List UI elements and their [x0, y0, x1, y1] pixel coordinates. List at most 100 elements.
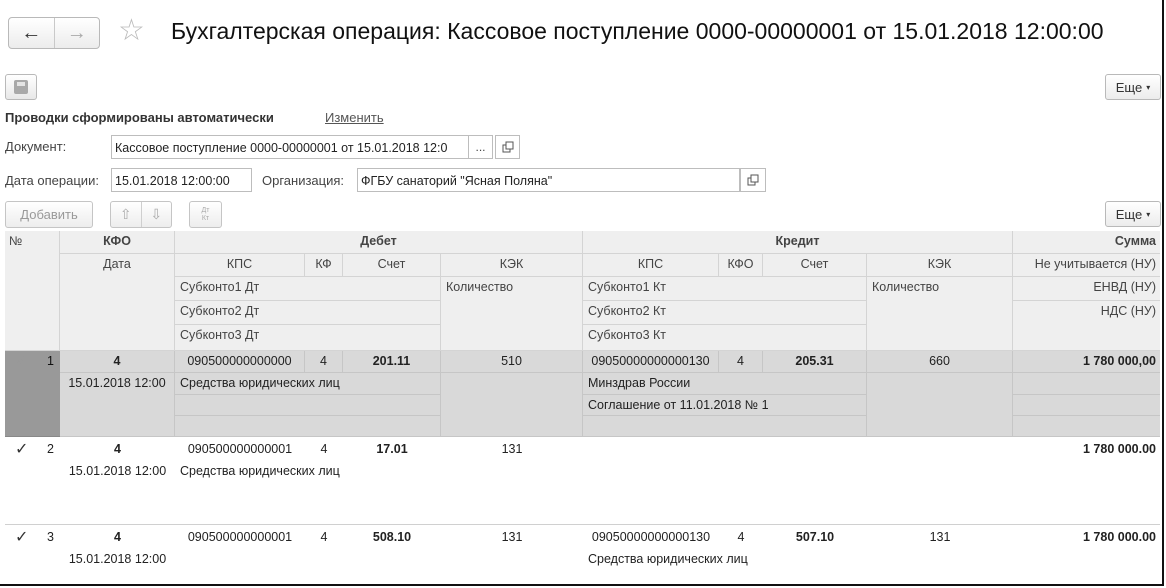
row-1-quantity-credit[interactable]	[867, 373, 1013, 437]
row-3-kps-credit: 09050000000000130	[591, 530, 711, 544]
header-subconto2-credit: Субконто2 Кт	[583, 301, 867, 325]
row-2-sum: 1 780 000.00	[1083, 442, 1156, 456]
table-row-1-marker[interactable]: ✓ 1	[5, 351, 60, 437]
open-window-icon	[747, 174, 759, 186]
row-3-kf-debit: 4	[320, 530, 328, 544]
more-label: Еще	[1115, 79, 1143, 95]
header-kek-credit: КЭК	[867, 254, 1013, 277]
header-kps-debit: КПС	[175, 254, 305, 277]
header-kfo: КФО	[60, 231, 175, 254]
move-up-icon[interactable]: ⇧	[111, 202, 141, 227]
header-envd: ЕНВД (НУ)	[1013, 277, 1160, 301]
entries-table: № КФО Дата Дебет КПС КФ Счет КЭК Субконт…	[5, 231, 1160, 584]
save-button[interactable]	[5, 74, 37, 100]
header-num: №	[5, 231, 60, 351]
forward-button[interactable]: →	[53, 18, 100, 48]
document-field[interactable]: Кассовое поступление 0000-00000001 от 15…	[111, 135, 469, 159]
row-2-subconto1-debit: Средства юридических лиц	[180, 464, 340, 478]
row-1-kek-credit[interactable]: 660	[867, 351, 1013, 373]
row-number: 3	[47, 530, 54, 544]
row-1-kf-debit[interactable]: 4	[305, 351, 343, 373]
kt-label: Кт	[201, 214, 210, 222]
favorite-star-icon[interactable]: ☆	[118, 13, 145, 48]
header-subconto1-debit: Субконто1 Дт	[175, 277, 441, 301]
row-1-kps-credit[interactable]: 09050000000000130	[583, 351, 719, 373]
row-1-kps-debit[interactable]: 090500000000000	[175, 351, 305, 373]
row-2-kfo: 4	[114, 442, 121, 456]
document-label: Документ:	[5, 139, 67, 154]
row-1-nds[interactable]	[1013, 395, 1160, 416]
open-window-icon	[502, 141, 513, 153]
table-row-2[interactable]: ✓ 2 4 15.01.2018 12:00 090500000000001 4…	[5, 439, 1160, 525]
row-1-subconto3-credit[interactable]	[583, 416, 867, 437]
row-1-account-credit[interactable]: 205.31	[763, 351, 867, 373]
header-kf-debit: КФ	[305, 254, 343, 277]
row-2-kps-debit: 090500000000001	[187, 442, 293, 456]
row-3-date: 15.01.2018 12:00	[68, 552, 167, 566]
row-3-kfo: 4	[114, 530, 121, 544]
row-1-sum[interactable]: 1 780 000,00	[1013, 351, 1160, 373]
more-menu-button[interactable]: Еще ▾	[1105, 74, 1161, 100]
header-kfo-credit: КФО	[719, 254, 763, 277]
row-3-subconto1-credit: Средства юридических лиц	[588, 552, 748, 566]
forward-arrow-icon: →	[66, 21, 87, 44]
header-debit: Дебет	[175, 231, 583, 254]
row-number: 1	[47, 354, 54, 368]
header-subconto3-debit: Субконто3 Дт	[175, 325, 441, 351]
header-not-counted: Не учитывается (НУ)	[1013, 254, 1160, 277]
organization-label: Организация:	[262, 173, 345, 188]
row-1-quantity-debit[interactable]	[441, 373, 583, 437]
organization-open-button[interactable]	[740, 168, 766, 192]
row-1-kek-debit[interactable]: 510	[441, 351, 583, 373]
table-more-menu-button[interactable]: Еще ▾	[1105, 201, 1161, 227]
row-1-subconto3-debit[interactable]	[175, 416, 441, 437]
document-open-button[interactable]	[495, 135, 520, 159]
row-1-date[interactable]: 15.01.2018 12:00	[60, 373, 175, 437]
navigation-buttons: ← →	[8, 17, 100, 49]
header-kps-credit: КПС	[583, 254, 719, 277]
operation-date-label: Дата операции:	[5, 173, 99, 188]
move-buttons: ⇧ ⇩	[110, 201, 172, 228]
chevron-down-icon: ▾	[1146, 209, 1151, 219]
back-button[interactable]: ←	[9, 18, 54, 48]
row-3-sum: 1 780 000.00	[1083, 530, 1156, 544]
row-3-kps-debit: 090500000000001	[187, 530, 293, 544]
header-quantity-debit: Количество	[441, 277, 583, 351]
header-quantity-credit: Количество	[867, 277, 1013, 351]
add-button[interactable]: Добавить	[5, 201, 93, 228]
operation-date-field[interactable]: 15.01.2018 12:00:00	[111, 168, 252, 192]
move-down-icon[interactable]: ⇩	[140, 202, 172, 227]
row-3-kek-debit: 131	[501, 530, 523, 544]
row-1-subconto2-credit[interactable]: Соглашение от 11.01.2018 № 1	[583, 395, 867, 416]
check-icon: ✓	[15, 441, 29, 458]
row-1-kfo[interactable]: 4	[60, 351, 175, 373]
row-1-kfo-credit[interactable]: 4	[719, 351, 763, 373]
header-date: Дата	[60, 254, 175, 351]
check-icon: ✓	[15, 529, 29, 546]
page-title: Бухгалтерская операция: Кассовое поступл…	[171, 18, 1104, 44]
swap-debit-credit-button[interactable]: Дт Кт	[189, 201, 222, 228]
chevron-down-icon: ▾	[1146, 82, 1151, 92]
header-kek-debit: КЭК	[441, 254, 583, 277]
row-number: 2	[47, 442, 54, 456]
floppy-disk-icon	[14, 80, 28, 94]
row-1-subconto1-credit[interactable]: Минздрав России	[583, 373, 867, 395]
more-label: Еще	[1115, 206, 1143, 222]
check-icon: ✓	[15, 353, 29, 370]
organization-field[interactable]: ФГБУ санаторий "Ясная Поляна"	[357, 168, 740, 192]
header-nds: НДС (НУ)	[1013, 301, 1160, 351]
row-1-extra[interactable]	[1013, 416, 1160, 437]
row-1-envd[interactable]	[1013, 373, 1160, 395]
table-row-3[interactable]: ✓ 3 4 15.01.2018 12:00 090500000000001 4…	[5, 527, 1160, 584]
row-2-kek-debit: 131	[501, 442, 523, 456]
row-3-kek-credit: 131	[929, 530, 951, 544]
row-1-subconto2-debit[interactable]	[175, 395, 441, 416]
row-1-subconto1-debit[interactable]: Средства юридических лиц	[175, 373, 441, 395]
change-link[interactable]: Изменить	[325, 110, 384, 125]
auto-entries-text: Проводки сформированы автоматически	[5, 110, 274, 125]
header-credit: Кредит	[583, 231, 1013, 254]
document-select-button[interactable]: ...	[468, 135, 493, 159]
back-arrow-icon: ←	[21, 21, 42, 44]
header-subconto2-debit: Субконто2 Дт	[175, 301, 441, 325]
row-1-account-debit[interactable]: 201.11	[343, 351, 441, 373]
